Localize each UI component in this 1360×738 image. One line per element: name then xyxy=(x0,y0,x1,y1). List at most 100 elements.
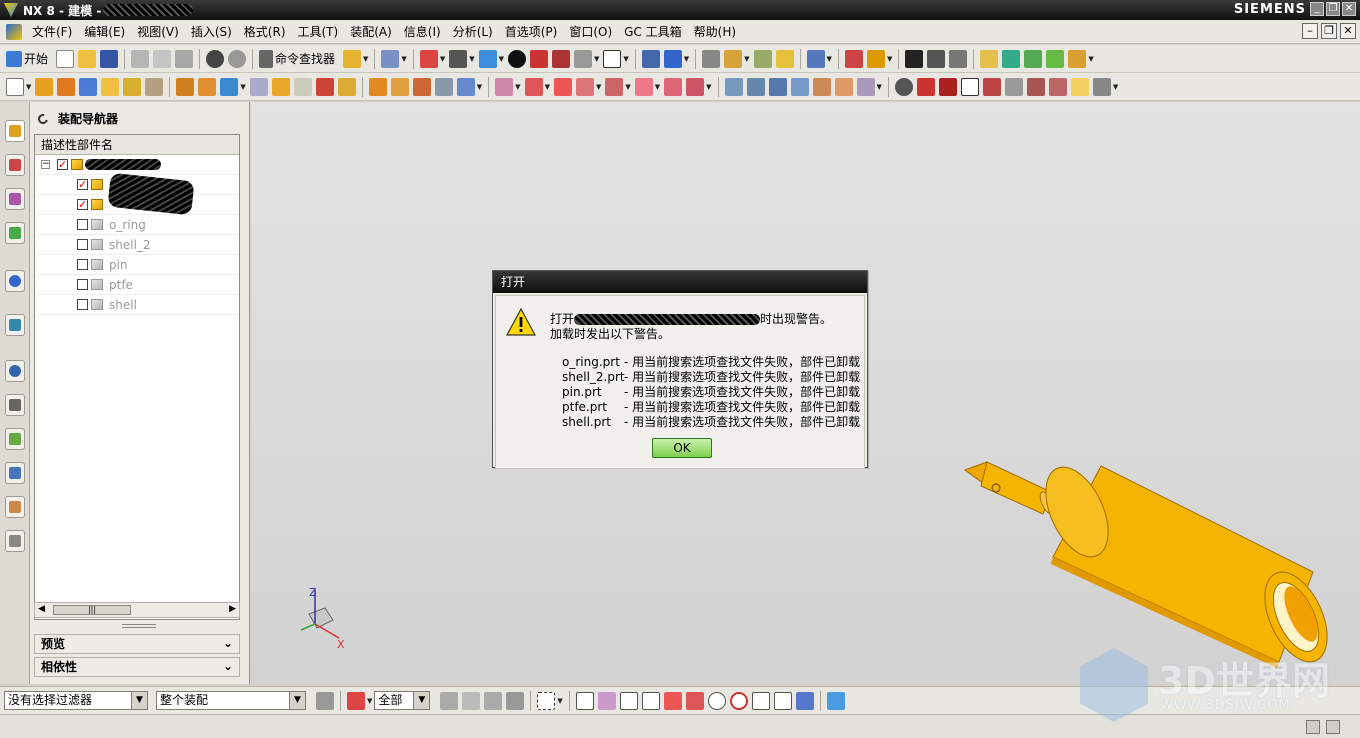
sheets-icon[interactable] xyxy=(949,49,968,68)
menu-insert[interactable]: 插入(S) xyxy=(185,23,238,40)
curve-options-icon[interactable] xyxy=(1092,77,1111,96)
undo-icon[interactable] xyxy=(206,49,225,68)
constraint-navigator-tab[interactable] xyxy=(5,154,25,176)
angle-icon[interactable] xyxy=(866,49,885,68)
point-icon[interactable] xyxy=(894,77,913,96)
green-arrow-icon[interactable] xyxy=(1002,49,1021,68)
revolve-icon[interactable] xyxy=(57,77,76,96)
tree-row-root[interactable]: − xyxy=(35,155,239,175)
system-materials-tab[interactable] xyxy=(5,394,25,416)
ok-button[interactable]: OK xyxy=(652,438,712,458)
open-folder-icon[interactable] xyxy=(78,49,97,68)
chevron-down-icon[interactable]: ▼ xyxy=(131,692,147,709)
menu-view[interactable]: 视图(V) xyxy=(131,23,185,40)
shaded-cube-icon[interactable] xyxy=(478,49,497,68)
line-icon[interactable] xyxy=(916,77,935,96)
menu-edit[interactable]: 编辑(E) xyxy=(78,23,131,40)
orient-view-icon[interactable] xyxy=(641,49,660,68)
rectangle-icon[interactable] xyxy=(960,77,979,96)
select-component-icon[interactable] xyxy=(506,691,525,710)
checkbox-ptfe[interactable] xyxy=(77,279,88,290)
doc-minimize-button[interactable]: – xyxy=(1302,23,1318,39)
save-icon[interactable] xyxy=(100,49,119,68)
reuse-library-tab[interactable] xyxy=(5,222,25,244)
open-recent-icon[interactable] xyxy=(343,49,362,68)
menu-window[interactable]: 窗口(O) xyxy=(563,23,618,40)
cut-icon[interactable] xyxy=(131,49,150,68)
datum-icon[interactable] xyxy=(198,77,217,96)
web-browser-tab[interactable] xyxy=(5,314,25,336)
move-component-icon[interactable] xyxy=(753,49,772,68)
offset-face-icon[interactable] xyxy=(456,77,475,96)
type-filter-select[interactable]: 没有选择过滤器 ▼ xyxy=(4,691,148,710)
network-icon[interactable] xyxy=(905,49,924,68)
shell-icon[interactable] xyxy=(315,77,334,96)
extension-icon[interactable] xyxy=(856,77,875,96)
shell-part[interactable] xyxy=(1033,458,1340,672)
doc-close-button[interactable]: ✕ xyxy=(1340,23,1356,39)
menu-information[interactable]: 信息(I) xyxy=(398,23,447,40)
binoculars-icon[interactable] xyxy=(259,49,274,68)
snap-point-toggle-icon[interactable] xyxy=(575,691,594,710)
selection-filter-all-select[interactable]: 全部 ▼ xyxy=(374,691,431,710)
fork-icon[interactable] xyxy=(1046,49,1065,68)
stack-icon[interactable] xyxy=(927,49,946,68)
section-cube-icon[interactable] xyxy=(551,49,570,68)
existing-point-snap-icon[interactable] xyxy=(751,691,770,710)
assembly-navigator-tab[interactable] xyxy=(5,120,25,142)
intersection-curve-icon[interactable] xyxy=(1048,77,1067,96)
command-finder-button[interactable]: 命令查找器 xyxy=(275,50,335,67)
trim-body-icon[interactable] xyxy=(220,77,239,96)
studio-surface-icon[interactable] xyxy=(790,77,809,96)
pattern-icon[interactable] xyxy=(434,77,453,96)
tree-row-ptfe[interactable]: ptfe xyxy=(35,275,239,295)
checkbox-component-1[interactable] xyxy=(77,175,88,195)
menu-analysis[interactable]: 分析(L) xyxy=(447,23,499,40)
pin-icon[interactable] xyxy=(36,111,50,126)
reset-filter-icon[interactable] xyxy=(440,691,459,710)
selection-scope-select[interactable]: 整个装配 ▼ xyxy=(156,691,306,710)
close-window-button[interactable]: ✕ xyxy=(1342,2,1356,16)
menu-format[interactable]: 格式(R) xyxy=(238,23,292,40)
arc-center-snap-icon[interactable] xyxy=(707,691,726,710)
eraser-icon[interactable] xyxy=(980,49,999,68)
split-body-icon[interactable] xyxy=(553,77,572,96)
spline-icon[interactable] xyxy=(982,77,1001,96)
pin-part[interactable] xyxy=(963,461,1057,516)
move-face-icon[interactable] xyxy=(634,77,653,96)
point-on-surface-snap-icon[interactable] xyxy=(795,691,814,710)
render-style-icon[interactable] xyxy=(507,49,526,68)
chevron-down-icon[interactable]: ⌄ xyxy=(221,636,235,650)
red-cube-icon[interactable] xyxy=(529,49,548,68)
extrude-icon[interactable] xyxy=(35,77,54,96)
unite-icon[interactable] xyxy=(249,77,268,96)
new-file-icon[interactable] xyxy=(56,49,75,68)
dialog-title[interactable]: 打开 xyxy=(493,271,867,293)
ruler-icon[interactable] xyxy=(844,49,863,68)
gear-tool-icon[interactable] xyxy=(1068,49,1087,68)
measure-icon[interactable] xyxy=(806,49,825,68)
control-point-snap-icon[interactable] xyxy=(663,691,682,710)
explode-icon[interactable] xyxy=(775,49,794,68)
thicken-icon[interactable] xyxy=(575,77,594,96)
restore-button[interactable]: ❐ xyxy=(1326,2,1340,16)
subtract-icon[interactable] xyxy=(271,77,290,96)
redo-icon[interactable] xyxy=(228,49,247,68)
sketch-icon[interactable] xyxy=(6,77,24,96)
intersection-snap-icon[interactable] xyxy=(685,691,704,710)
midpoint-snap-icon[interactable] xyxy=(641,691,660,710)
menu-file[interactable]: 文件(F) xyxy=(26,23,78,40)
cylinder-icon[interactable] xyxy=(101,77,120,96)
copy-icon[interactable] xyxy=(153,49,172,68)
chevron-down-icon[interactable]: ⌄ xyxy=(221,659,235,673)
assembly-constraint-icon[interactable] xyxy=(702,49,721,68)
bounded-plane-icon[interactable] xyxy=(834,77,853,96)
mirror-icon[interactable] xyxy=(412,77,431,96)
delete-face-icon[interactable] xyxy=(664,77,683,96)
dependencies-section[interactable]: 相依性 ⌄ xyxy=(34,657,240,677)
collapse-icon[interactable]: − xyxy=(41,160,50,169)
start-icon[interactable] xyxy=(6,50,22,67)
component-icon[interactable] xyxy=(724,49,743,68)
arc-icon[interactable] xyxy=(938,77,957,96)
start-menu-button[interactable]: 开始 xyxy=(24,50,48,67)
